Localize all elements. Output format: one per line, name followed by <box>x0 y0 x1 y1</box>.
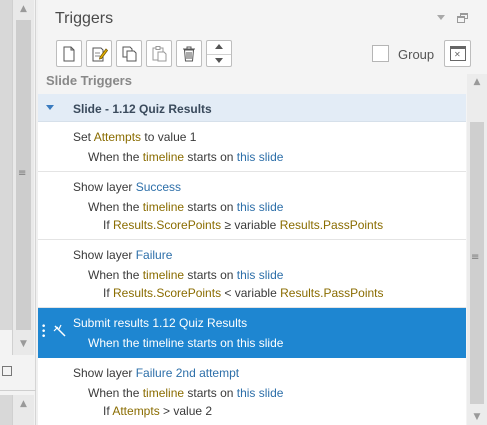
section-header: Slide Triggers <box>46 74 132 88</box>
trigger-if-condition: If Results.ScorePoints ≥ variable Result… <box>103 218 384 232</box>
edit-trigger-button[interactable] <box>86 40 112 67</box>
panel-title: Triggers <box>55 10 114 27</box>
scroll-up-arrow-icon[interactable]: ▲ <box>13 395 34 413</box>
move-up-button[interactable] <box>207 41 231 53</box>
trash-icon <box>183 46 195 62</box>
scroll-up-arrow-icon[interactable]: ▲ <box>13 0 34 18</box>
trigger-item-selected[interactable]: • • • Submit results 1.12 Quiz Results Whe… <box>38 308 466 358</box>
trigger-list-scrollbar[interactable]: ▲ ≡ ▼ <box>467 74 487 425</box>
trigger-if-condition: If Attempts > value 2 <box>103 404 213 418</box>
group-label: Group <box>398 47 435 62</box>
trigger-action: Show layer Failure 2nd attempt <box>73 366 240 380</box>
drag-handle-icon[interactable]: • • • <box>41 323 46 342</box>
left-bottom-scrollbar[interactable]: ▲ <box>12 395 34 425</box>
trigger-list: Slide Triggers Slide - 1.12 Quiz Results… <box>38 74 466 425</box>
collapse-caret-icon[interactable] <box>46 105 54 110</box>
group-checkbox[interactable] <box>372 45 389 62</box>
divider <box>0 390 36 391</box>
copy-icon <box>122 46 137 62</box>
trigger-condition: When the timeline starts on this slide <box>88 386 284 400</box>
scrollbar-thumb[interactable] <box>470 122 484 404</box>
move-down-button[interactable] <box>207 54 231 66</box>
trigger-item[interactable]: Show layer Success When the timeline sta… <box>38 172 466 240</box>
left-bottom-content <box>0 395 12 425</box>
slide-header[interactable]: Slide - 1.12 Quiz Results <box>38 94 466 122</box>
reorder-buttons <box>206 40 232 67</box>
paste-trigger-button[interactable] <box>146 40 172 67</box>
scrollbar-grip-icon: ≡ <box>471 252 480 263</box>
paste-icon <box>152 46 167 62</box>
triggers-panel: Triggers Group ✕ Slide Triggers Slide - … <box>38 0 487 425</box>
delete-trigger-button[interactable] <box>176 40 202 67</box>
layer-icon[interactable] <box>2 366 12 376</box>
window-icon: ✕ <box>450 46 466 61</box>
group-window-button[interactable]: ✕ <box>444 40 471 67</box>
edit-document-icon <box>92 47 108 62</box>
trigger-condition: When the timeline starts on this slide <box>88 268 284 282</box>
scrollbar-grip-icon: ≡ <box>18 168 27 179</box>
trigger-item[interactable]: Set Attempts to value 1 When the timelin… <box>38 122 466 172</box>
new-trigger-button[interactable] <box>56 40 82 67</box>
slide-header-title: Slide - 1.12 Quiz Results <box>73 102 212 116</box>
left-scrollbar[interactable]: ▲ ≡ ▼ <box>12 0 34 355</box>
scroll-down-arrow-icon[interactable]: ▼ <box>467 409 487 425</box>
left-pane-content <box>0 0 12 330</box>
trigger-action: Submit results 1.12 Quiz Results <box>73 316 248 330</box>
trigger-action: Show layer Success <box>73 180 182 194</box>
trigger-condition: When the timeline starts on this slide <box>88 200 284 214</box>
trigger-item[interactable]: Show layer Failure 2nd attempt When the … <box>38 358 466 425</box>
scroll-down-arrow-icon[interactable]: ▼ <box>13 335 34 353</box>
new-document-icon <box>63 46 75 62</box>
scroll-up-arrow-icon[interactable]: ▲ <box>467 74 487 90</box>
panel-menu-dropdown-icon[interactable] <box>437 15 445 20</box>
left-bottom-pane: ▲ <box>0 358 36 425</box>
left-pane: ▲ ≡ ▼ ▲ <box>0 0 36 425</box>
trigger-action: Show layer Failure <box>73 248 173 262</box>
trigger-item[interactable]: Show layer Failure When the timeline sta… <box>38 240 466 308</box>
panel-restore-icon[interactable] <box>457 13 468 23</box>
trigger-condition: When the timeline starts on this slide <box>88 150 284 164</box>
trigger-action: Set Attempts to value 1 <box>73 130 197 144</box>
copy-trigger-button[interactable] <box>116 40 142 67</box>
submit-results-icon <box>53 324 66 337</box>
trigger-condition: When the timeline starts on this slide <box>88 336 284 350</box>
trigger-if-condition: If Results.ScorePoints < variable Result… <box>103 286 384 300</box>
